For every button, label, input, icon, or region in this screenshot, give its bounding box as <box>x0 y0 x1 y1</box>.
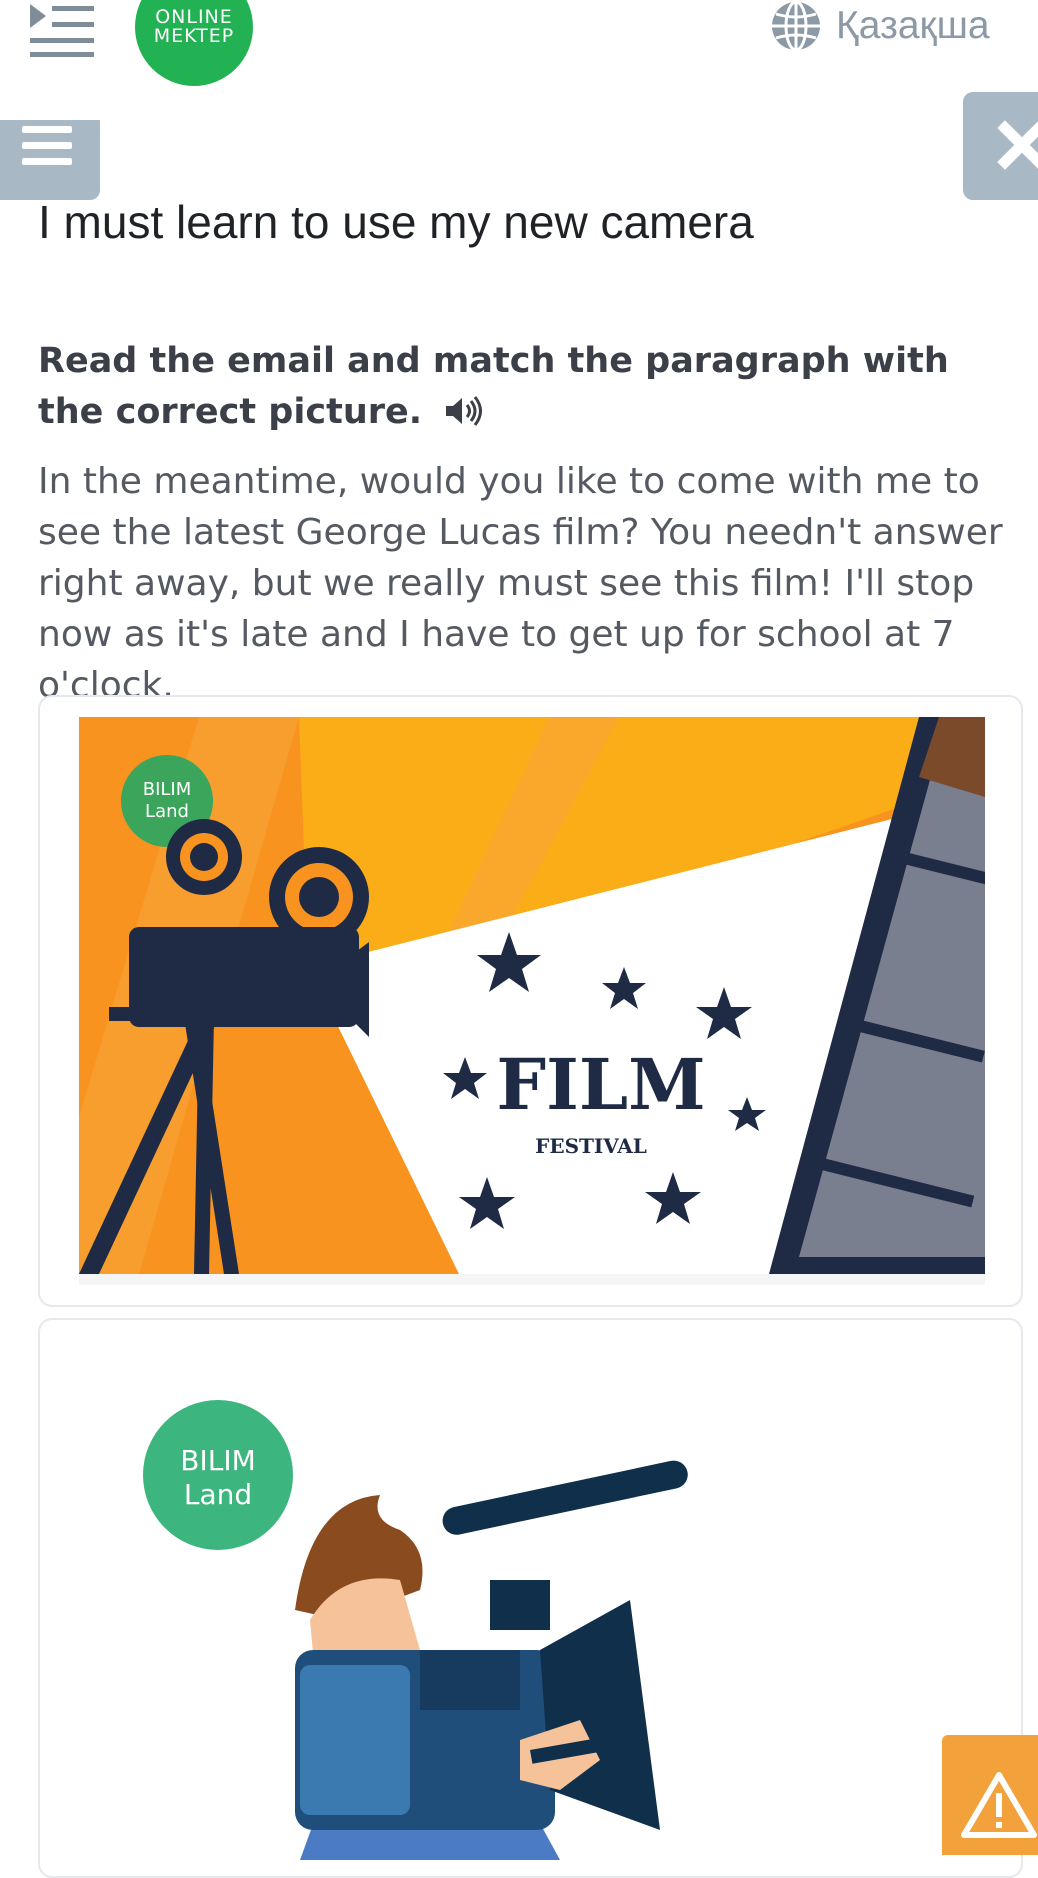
speaker-icon[interactable] <box>444 395 484 427</box>
badge-line2: Land <box>145 801 189 822</box>
warning-icon[interactable] <box>942 1735 1038 1855</box>
film-festival-image: BILIM Land FILM FESTIVAL <box>79 717 985 1285</box>
language-selector[interactable]: Қазақша <box>770 0 990 52</box>
logo-line2: MEKTEP <box>153 25 235 47</box>
close-icon[interactable] <box>963 92 1038 200</box>
email-paragraph: In the meantime, would you like to come … <box>38 461 1003 706</box>
badge-line1: BILIM <box>143 779 192 800</box>
cameraman-image: BILIM Land <box>143 1400 688 1860</box>
answer-option-film-festival[interactable]: BILIM Land FILM FESTIVAL <box>38 695 1023 1307</box>
answer-option-cameraman[interactable]: BILIM Land <box>38 1318 1023 1878</box>
lesson-title: I must learn to use my new camera <box>38 196 754 248</box>
language-label: Қазақша <box>836 4 990 47</box>
poster-subtitle: FESTIVAL <box>535 1134 647 1158</box>
poster-title: FILM <box>496 1043 705 1126</box>
hamburger-icon[interactable] <box>0 120 100 200</box>
badge-line1: BILIM <box>180 1444 255 1477</box>
task-instruction: Read the email and match the paragraph w… <box>38 336 998 438</box>
globe-icon <box>772 0 820 52</box>
badge-line2: Land <box>184 1478 252 1511</box>
instruction-text: Read the email and match the paragraph w… <box>38 341 949 432</box>
online-mektep-logo[interactable]: ONLINE MEKTEP <box>135 0 253 86</box>
menu-collapse-icon[interactable] <box>28 0 98 60</box>
